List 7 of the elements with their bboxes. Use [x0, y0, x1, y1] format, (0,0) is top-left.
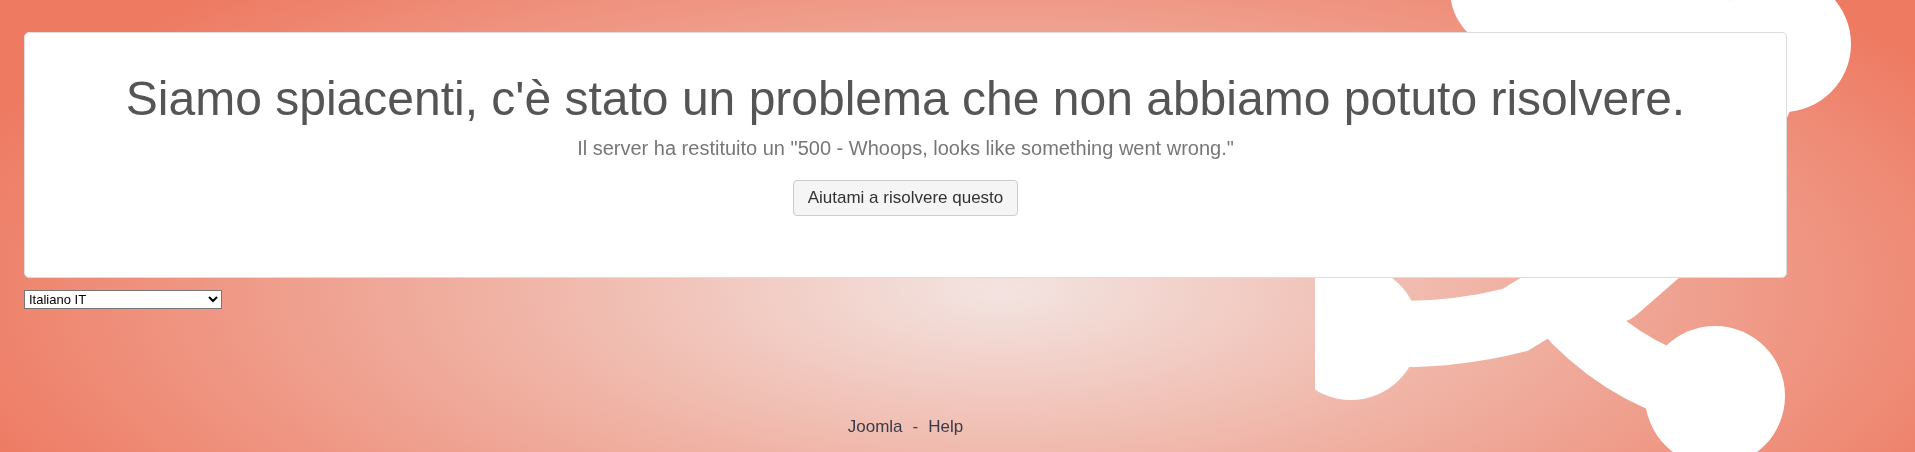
footer-link[interactable]: Help [928, 417, 964, 437]
language-select[interactable]: Italiano IT [24, 290, 222, 309]
separator: - [912, 417, 919, 437]
error-message: Il server ha restituito un "500 - Whoops, looks like something went wrong." [577, 137, 1234, 160]
footer-link[interactable]: Joomla [847, 417, 903, 437]
help-button[interactable]: Aiutami a risolvere questo [792, 180, 1019, 216]
error-title: Siamo spiacenti, c'è stato un problema che non abbiamo potuto risolvere. [125, 71, 1686, 127]
